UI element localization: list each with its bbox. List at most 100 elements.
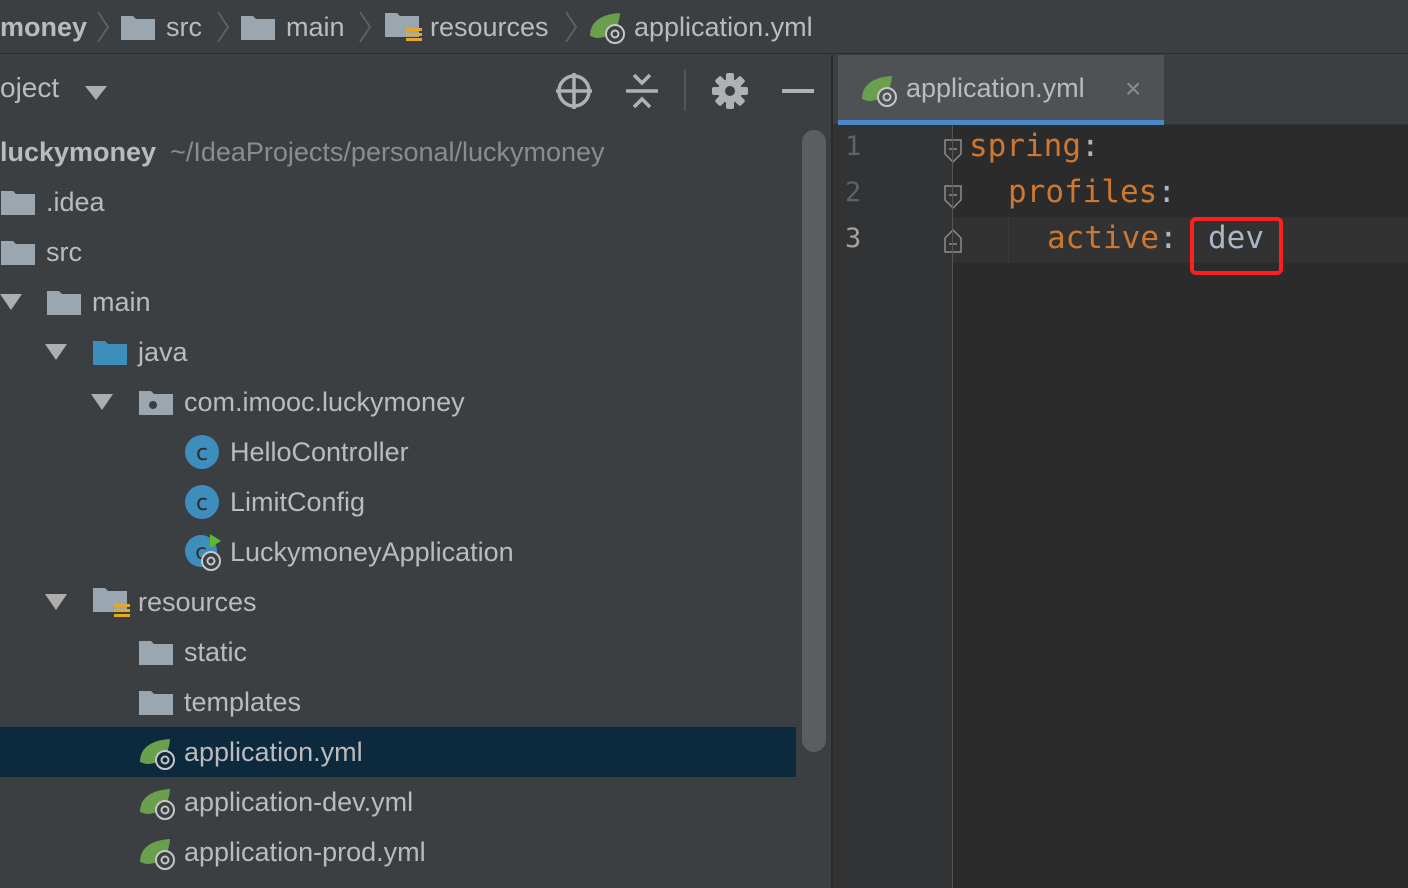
tree-item-package[interactable]: com.imooc.luckymoney bbox=[0, 377, 796, 427]
tree-item-application-yml[interactable]: application.yml bbox=[0, 727, 796, 777]
tree-item-static[interactable]: static bbox=[0, 627, 796, 677]
resources-folder-icon bbox=[385, 13, 422, 41]
folder-icon bbox=[241, 16, 275, 40]
breadcrumb-label: resources bbox=[430, 11, 549, 42]
tree-item-application-prod-yml[interactable]: application-prod.yml bbox=[0, 827, 796, 877]
folder-icon bbox=[47, 291, 81, 315]
tree-item-hellocontroller[interactable]: c HelloController bbox=[0, 427, 796, 477]
breadcrumb-separator-icon bbox=[97, 11, 110, 43]
tree-item-label: HelloController bbox=[230, 436, 409, 467]
tree-item-src[interactable]: src bbox=[0, 227, 796, 277]
tree-item-label: src bbox=[46, 236, 82, 267]
tree-item-label: templates bbox=[184, 686, 302, 717]
fold-end-marker-icon[interactable] bbox=[943, 228, 963, 254]
expand-arrow-icon[interactable] bbox=[45, 344, 67, 360]
breadcrumb-label: money bbox=[0, 11, 88, 42]
annotation-highlight-box bbox=[1190, 217, 1283, 275]
tree-item-label: .idea bbox=[46, 186, 105, 217]
spring-config-icon bbox=[590, 13, 625, 44]
tree-item-label: LuckymoneyApplication bbox=[230, 536, 514, 567]
breadcrumb-separator-icon bbox=[217, 11, 230, 43]
breadcrumb-item-file[interactable]: application.yml bbox=[588, 0, 813, 54]
breadcrumb-separator-icon bbox=[359, 11, 372, 43]
tree-scrollbar[interactable] bbox=[802, 130, 826, 752]
editor-tab-bar: application.yml × bbox=[833, 55, 1408, 125]
package-icon bbox=[139, 391, 173, 415]
tree-root-label: luckymoney bbox=[0, 136, 157, 167]
folder-icon bbox=[1, 241, 35, 265]
breadcrumb-label: src bbox=[166, 11, 202, 42]
breadcrumb-item-project[interactable]: money bbox=[0, 0, 87, 54]
tree-item-main[interactable]: main bbox=[0, 277, 796, 327]
project-view-selector[interactable]: oject bbox=[0, 72, 59, 104]
collapse-all-icon[interactable] bbox=[622, 71, 662, 111]
yaml-key: spring bbox=[969, 128, 1081, 164]
code-line-2: profiles: bbox=[1008, 174, 1176, 210]
indent-guide bbox=[1008, 217, 1009, 263]
folder-icon bbox=[1, 191, 35, 215]
spring-config-icon bbox=[862, 76, 897, 107]
tree-item-application-dev-yml[interactable]: application-dev.yml bbox=[0, 777, 796, 827]
breadcrumb-label: application.yml bbox=[634, 11, 813, 42]
folder-icon bbox=[121, 16, 155, 40]
editor-gutter: 1 2 3 bbox=[833, 125, 962, 888]
hide-icon[interactable] bbox=[782, 89, 814, 93]
project-tree: luckymoney ~/IdeaProjects/personal/lucky… bbox=[0, 127, 833, 888]
expand-arrow-icon[interactable] bbox=[0, 294, 22, 310]
spring-config-icon bbox=[140, 789, 175, 820]
toolbar-divider bbox=[684, 69, 686, 111]
locate-icon[interactable] bbox=[554, 71, 594, 111]
expand-arrow-icon[interactable] bbox=[91, 394, 113, 410]
tree-item-label: java bbox=[138, 336, 188, 367]
current-line-highlight bbox=[953, 217, 1408, 263]
tree-item-resources[interactable]: resources bbox=[0, 577, 796, 627]
tab-label: application.yml bbox=[906, 73, 1085, 103]
yaml-key: active bbox=[1047, 220, 1159, 256]
expand-arrow-icon[interactable] bbox=[45, 594, 67, 610]
breadcrumb-item-main[interactable]: main bbox=[240, 0, 345, 54]
tree-item-idea[interactable]: .idea bbox=[0, 177, 796, 227]
line-number: 3 bbox=[845, 223, 862, 254]
tree-item-label: application-dev.yml bbox=[184, 786, 414, 817]
navigation-bar: money src main resources application.yml bbox=[0, 0, 1408, 54]
class-icon: c bbox=[185, 485, 219, 519]
source-folder-icon bbox=[93, 341, 127, 365]
fold-marker-icon[interactable] bbox=[943, 138, 963, 164]
tab-application-yml[interactable]: application.yml × bbox=[838, 55, 1164, 125]
tree-item-java[interactable]: java bbox=[0, 327, 796, 377]
yaml-key: profiles bbox=[1008, 174, 1158, 210]
close-icon[interactable]: × bbox=[1125, 75, 1141, 103]
project-panel-header: oject bbox=[0, 55, 833, 127]
line-number: 1 bbox=[845, 131, 862, 162]
code-line-3: active: bbox=[1047, 220, 1178, 256]
tree-item-limitconfig[interactable]: c LimitConfig bbox=[0, 477, 796, 527]
yaml-colon: : bbox=[1158, 220, 1178, 256]
tree-item-label: com.imooc.luckymoney bbox=[184, 386, 465, 417]
tree-item-label: main bbox=[92, 286, 151, 317]
line-number: 2 bbox=[845, 177, 862, 208]
spring-config-icon bbox=[140, 739, 175, 770]
folder-icon bbox=[139, 641, 173, 665]
yaml-colon: : bbox=[1157, 174, 1176, 210]
tree-item-luckymoneyapplication[interactable]: c LuckymoneyApplication bbox=[0, 527, 796, 577]
chevron-down-icon[interactable] bbox=[85, 86, 107, 100]
code-line-1: spring: bbox=[969, 128, 1100, 164]
resources-folder-icon bbox=[93, 588, 130, 617]
tree-item-label: application.yml bbox=[184, 736, 363, 767]
class-icon: c bbox=[185, 435, 219, 469]
tree-item-templates[interactable]: templates bbox=[0, 677, 796, 727]
breadcrumb-item-resources[interactable]: resources bbox=[384, 0, 549, 54]
fold-marker-icon[interactable] bbox=[943, 184, 963, 210]
code-editor[interactable]: 1 2 3 spring: profiles: active: dev bbox=[833, 125, 1408, 888]
breadcrumb-separator-icon bbox=[565, 11, 578, 43]
tree-root-path: ~/IdeaProjects/personal/luckymoney bbox=[170, 136, 605, 167]
gear-icon[interactable] bbox=[710, 71, 750, 111]
spring-boot-class-icon: c bbox=[185, 534, 221, 571]
breadcrumb-item-src[interactable]: src bbox=[120, 0, 202, 54]
tree-item-label: static bbox=[184, 636, 248, 667]
spring-config-icon bbox=[140, 839, 175, 870]
breadcrumb-label: main bbox=[286, 11, 345, 42]
tree-item-label: application-prod.yml bbox=[184, 836, 426, 867]
tree-item-label: LimitConfig bbox=[230, 486, 366, 517]
tree-root-row[interactable]: luckymoney ~/IdeaProjects/personal/lucky… bbox=[0, 127, 796, 177]
